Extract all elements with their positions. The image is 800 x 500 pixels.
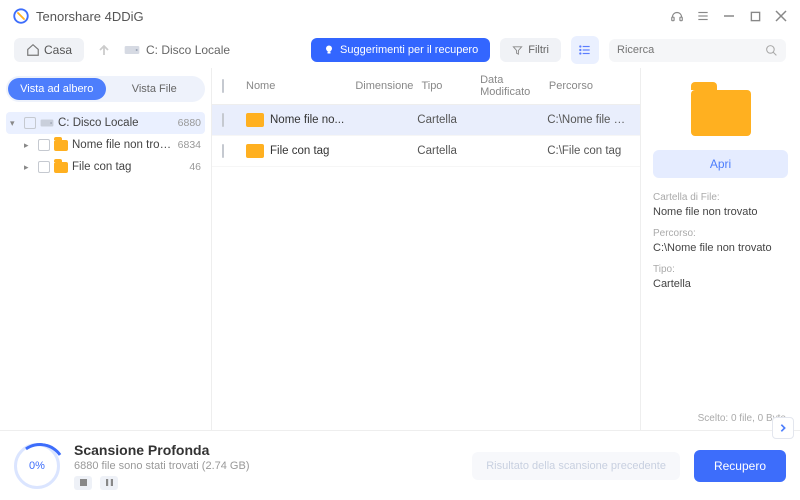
- breadcrumb-disk[interactable]: C: Disco Locale: [124, 43, 230, 57]
- disk-icon: [40, 118, 54, 128]
- row-name: File con tag: [270, 145, 329, 157]
- suggestions-label: Suggerimenti per il recupero: [340, 44, 478, 56]
- tree-child-row[interactable]: ▸ Nome file non trovato 6834: [20, 134, 205, 156]
- row-type: Cartella: [417, 145, 469, 157]
- search-input[interactable]: [617, 44, 759, 56]
- filter-button[interactable]: Filtri: [500, 38, 561, 62]
- filter-label: Filtri: [528, 44, 549, 56]
- row-name: Nome file no...: [270, 114, 344, 126]
- view-tree-option[interactable]: Vista ad albero: [8, 78, 106, 100]
- th-path[interactable]: Percorso: [549, 80, 630, 92]
- close-icon[interactable]: [774, 9, 788, 23]
- nav-up-button[interactable]: [94, 43, 114, 57]
- tree-child-label: Nome file non trovato: [72, 139, 174, 151]
- scan-percent: 0%: [29, 460, 45, 472]
- home-icon: [26, 43, 40, 57]
- caret-right-icon: ▸: [24, 140, 34, 151]
- row-checkbox[interactable]: [222, 144, 224, 158]
- scan-title: Scansione Profonda: [74, 442, 458, 458]
- tree-child-count: 46: [189, 161, 201, 173]
- row-path: C:\File con tag: [547, 145, 630, 157]
- info-folder-value: Nome file non trovato: [653, 206, 788, 218]
- info-path-value: C:\Nome file non trovato: [653, 242, 788, 254]
- app-title: Tenorshare 4DDiG: [36, 9, 144, 24]
- table-row[interactable]: File con tag Cartella C:\File con tag: [212, 136, 640, 167]
- th-dimension[interactable]: Dimensione: [355, 80, 413, 92]
- support-icon[interactable]: [670, 9, 684, 23]
- search-icon: [765, 44, 778, 57]
- menu-icon[interactable]: [696, 9, 710, 23]
- expand-panel-button[interactable]: [772, 417, 794, 439]
- stop-icon: [80, 479, 87, 486]
- tree-disk-checkbox[interactable]: [24, 117, 36, 129]
- folder-icon: [54, 140, 68, 151]
- scan-progress-circle: 0%: [14, 443, 60, 489]
- disk-icon: [124, 44, 140, 56]
- suggestions-button[interactable]: Suggerimenti per il recupero: [311, 38, 490, 62]
- recover-button[interactable]: Recupero: [694, 450, 786, 482]
- tree-disk-label: C: Disco Locale: [58, 117, 174, 129]
- app-logo-icon: [12, 7, 30, 25]
- open-button[interactable]: Apri: [653, 150, 788, 178]
- filter-icon: [512, 45, 523, 56]
- row-checkbox[interactable]: [222, 113, 224, 127]
- row-type: Cartella: [417, 114, 469, 126]
- tree-child-label: File con tag: [72, 161, 185, 173]
- lightbulb-icon: [323, 44, 335, 56]
- chevron-right-icon: [779, 423, 787, 433]
- pause-icon: [106, 479, 113, 486]
- view-file-option[interactable]: Vista File: [106, 78, 204, 100]
- view-toggle: Vista ad albero Vista File: [6, 76, 205, 102]
- th-type[interactable]: Tipo: [421, 80, 472, 92]
- row-path: C:\Nome file non t...: [547, 114, 630, 126]
- home-button[interactable]: Casa: [14, 38, 84, 62]
- caret-right-icon: ▸: [24, 162, 34, 173]
- folder-icon: [246, 113, 264, 127]
- scan-stop-button[interactable]: [74, 476, 92, 490]
- tree-disk-row[interactable]: ▾ C: Disco Locale 6880: [6, 112, 205, 134]
- caret-down-icon: ▾: [10, 118, 20, 129]
- select-all-checkbox[interactable]: [222, 79, 224, 93]
- info-type-label: Tipo:: [653, 264, 788, 275]
- preview-folder-icon: [691, 90, 751, 136]
- view-mode-button[interactable]: [571, 36, 599, 64]
- tree-child-count: 6834: [178, 139, 201, 151]
- breadcrumb-disk-label: C: Disco Locale: [146, 43, 230, 57]
- info-folder-label: Cartella di File:: [653, 192, 788, 203]
- info-type-value: Cartella: [653, 278, 788, 290]
- tree-disk-count: 6880: [178, 117, 201, 129]
- table-header-row: Nome Dimensione Tipo Data Modificato Per…: [212, 68, 640, 105]
- tree-child-row[interactable]: ▸ File con tag 46: [20, 156, 205, 178]
- previous-result-button: Risultato della scansione precedente: [472, 452, 680, 480]
- search-box[interactable]: [609, 39, 786, 62]
- maximize-icon[interactable]: [748, 9, 762, 23]
- scan-pause-button[interactable]: [100, 476, 118, 490]
- th-date[interactable]: Data Modificato: [480, 74, 541, 98]
- minimize-icon[interactable]: [722, 9, 736, 23]
- info-path-label: Percorso:: [653, 228, 788, 239]
- tree-child-checkbox[interactable]: [38, 139, 50, 151]
- th-name[interactable]: Nome: [246, 80, 347, 92]
- table-row[interactable]: Nome file no... Cartella C:\Nome file no…: [212, 105, 640, 136]
- folder-icon: [246, 144, 264, 158]
- scan-subtitle: 6880 file sono stati trovati (2.74 GB): [74, 460, 458, 472]
- tree-child-checkbox[interactable]: [38, 161, 50, 173]
- list-icon: [578, 43, 592, 57]
- folder-icon: [54, 162, 68, 173]
- home-label: Casa: [44, 43, 72, 57]
